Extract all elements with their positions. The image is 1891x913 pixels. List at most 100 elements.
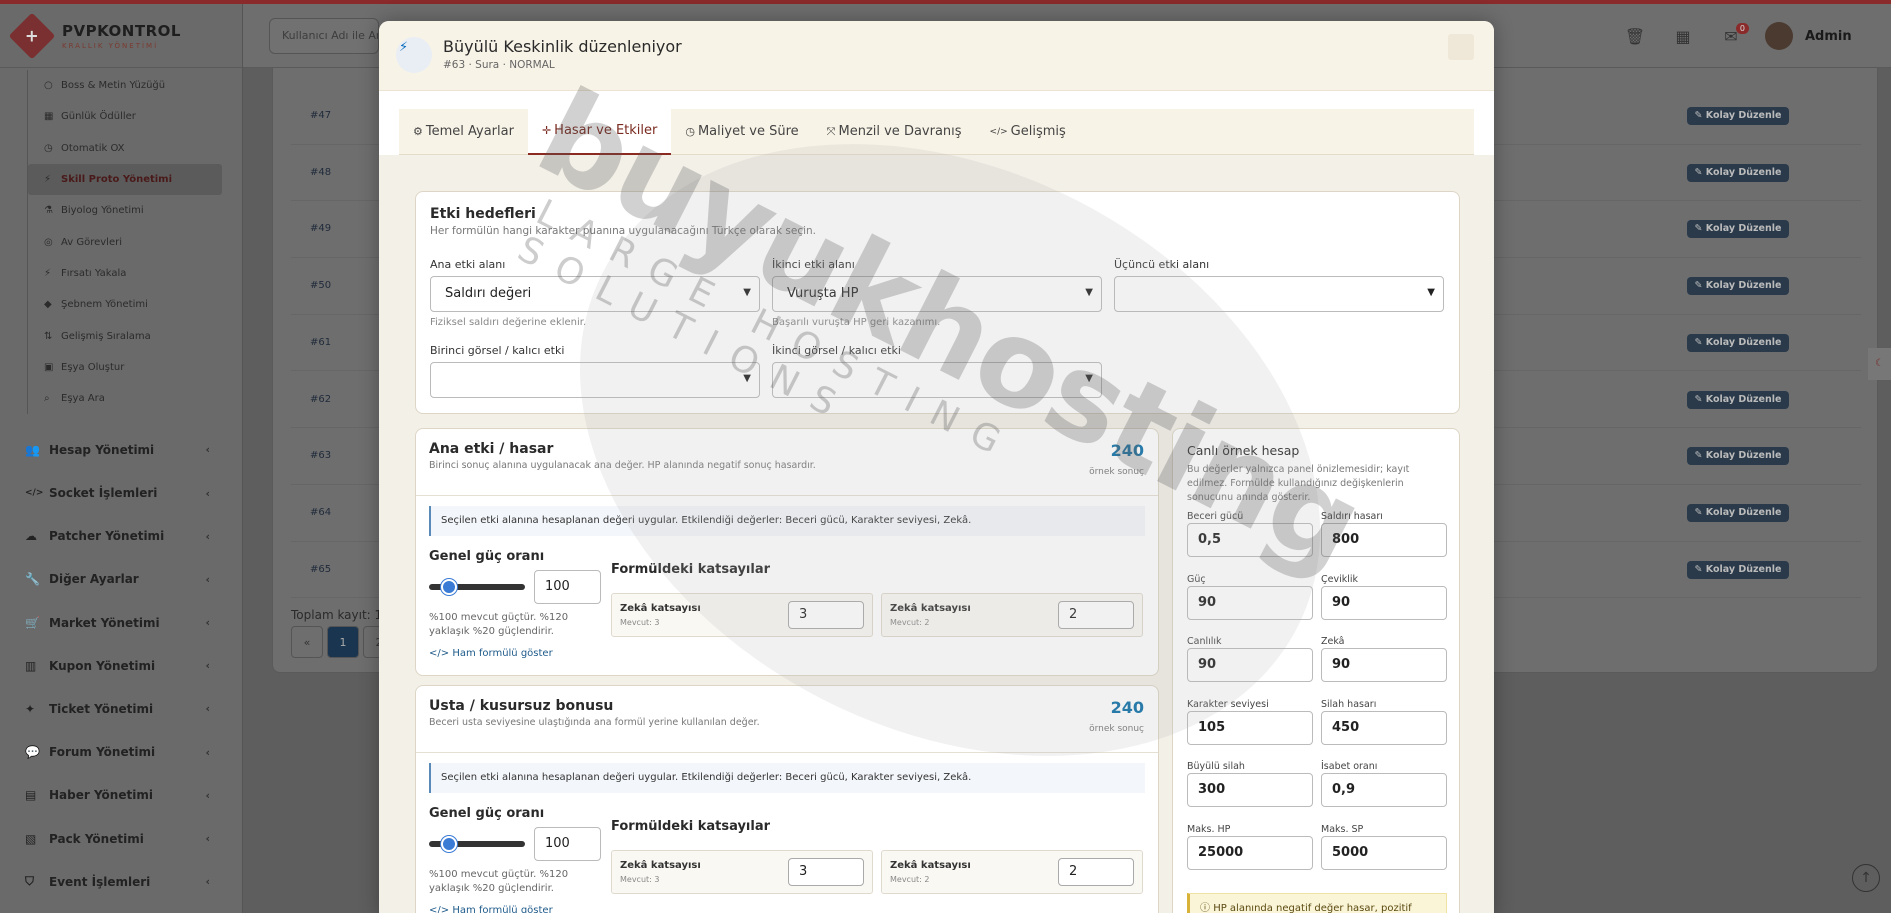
easy-edit-button[interactable]: ✎ Kolay Düzenle [1687,390,1789,409]
sidebar-item-4[interactable]: 🛒 Market Yönetimi ‹ [0,601,242,644]
live-field-input[interactable]: 90 [1187,585,1313,620]
bolt-icon: ⚡ [44,174,52,186]
visual1-select[interactable]: ▼ [430,362,760,398]
language-flag-icon[interactable]: ☾ [1868,348,1891,380]
easy-edit-button[interactable]: ✎ Kolay Düzenle [1687,447,1789,466]
sidebar-subitem-9[interactable]: ▣ Eşya Oluştur [28,352,242,383]
live-field-input[interactable]: 300 [1187,773,1313,807]
sidebar-item-6[interactable]: ✦ Ticket Yönetimi ‹ [0,687,242,730]
calendar-icon[interactable]: ▦ [1659,27,1707,46]
sidebar-item-9[interactable]: ▧ Pack Yönetimi ‹ [0,817,242,860]
easy-edit-button[interactable]: ✎ Kolay Düzenle [1687,503,1789,522]
live-field-input[interactable]: 800 [1321,523,1447,557]
sidebar-item-0[interactable]: 👥 Hesap Yönetimi ‹ [0,428,242,471]
tab-4[interactable]: </> Gelişmiş [976,109,1080,155]
visual2-select[interactable]: ▼ [772,362,1102,398]
master_bonus-power-slider[interactable] [429,836,525,852]
close-button[interactable] [1448,34,1474,60]
coef-input[interactable]: 3 [788,601,864,629]
easy-edit-button[interactable]: ✎ Kolay Düzenle [1687,220,1789,239]
tab-3[interactable]: ⤧ Menzil ve Davranış [813,109,976,155]
main_effect-raw-formula-link[interactable]: </> Ham formülü göster [429,648,553,659]
live-title: Canlı örnek hesap [1187,443,1300,458]
page-button[interactable]: 1 [327,626,359,658]
barcode-icon: ▥ [25,658,37,673]
sidebar-subitem-6[interactable]: ⚡ Fırsatı Yakala [28,258,242,289]
header-search-input[interactable]: Kullanıcı Adı ile Ara [269,18,379,54]
main_effect-power-input[interactable]: 100 [534,570,601,604]
third-target-select[interactable]: ▼ [1114,276,1444,312]
sidebar-item-label: Hesap Yönetimi [49,442,155,457]
comments-icon: 💬 [25,745,40,760]
live-field-input[interactable]: 90 [1321,648,1447,682]
live-field-input[interactable]: 5000 [1321,835,1447,870]
user-name[interactable]: Admin [1805,29,1852,44]
sidebar-item-7[interactable]: 💬 Forum Yönetimi ‹ [0,731,242,774]
trash-icon[interactable]: 🗑 [1611,27,1659,46]
coefficient-box: Zekâ katsayısı Mevcut: 2 2 [881,850,1143,894]
live-field-input[interactable]: 90 [1321,585,1447,620]
sidebar-subitem-10[interactable]: ⌕ Eşya Ara [28,383,242,414]
sidebar-subitem-0[interactable]: ○ Boss & Metin Yüzüğü [28,70,242,101]
live-field-input[interactable]: 450 [1321,710,1447,745]
coef-input[interactable]: 2 [1058,601,1134,629]
tab-2[interactable]: ◷ Maliyet ve Süre [671,109,812,155]
scroll-top-icon[interactable]: ↑ [1852,864,1880,892]
sidebar-item-1[interactable]: </> Socket İşlemleri ‹ [0,471,242,514]
easy-edit-button[interactable]: ✎ Kolay Düzenle [1687,560,1789,579]
main-target-hint: Fiziksel saldırı değerine eklenir. [430,317,587,328]
brand-subtitle: KRALLIK YÖNETİMİ [62,41,159,50]
live-field-input[interactable]: 90 [1187,648,1313,682]
main-target-select[interactable]: Saldırı değeri ▼ [430,276,760,312]
tab-0[interactable]: ⚙ Temel Ayarlar [399,109,528,155]
live-calc-card: Canlı örnek hesap Bu değerler yalnızca p… [1172,428,1460,913]
master_bonus-power-input[interactable]: 100 [534,827,601,861]
row-id: #48 [310,166,332,178]
slider-handle[interactable] [441,836,457,852]
coef-current: Mevcut: 3 [620,618,660,627]
sidebar-subitem-1[interactable]: ▦ Günlük Ödüller [28,101,242,132]
main_effect-power-slider[interactable] [429,579,525,595]
main_effect-coef-title: Formüldeki katsayılar [611,562,771,577]
sidebar-subitem-3[interactable]: ⚡ Skill Proto Yönetimi [28,163,222,196]
sidebar-subitem-4[interactable]: ⚗ Biyolog Yönetimi [28,195,242,226]
hp-warning: ⓘ HP alanında negatif değer hasar, pozit… [1187,893,1447,913]
sidebar-subitem-2[interactable]: ◷ Otomatik OX [28,133,242,164]
sidebar-item-3[interactable]: 🔧 Diğer Ayarlar ‹ [0,558,242,601]
easy-edit-button[interactable]: ✎ Kolay Düzenle [1687,163,1789,182]
sidebar-subitem-8[interactable]: ⇅ Gelişmiş Sıralama [28,320,242,351]
sidebar-subitem-7[interactable]: ◆ Şebnem Yönetimi [28,289,242,320]
master_bonus-raw-formula-link[interactable]: </> Ham formülü göster [429,905,553,913]
sidebar-item-label: Haber Yönetimi [49,788,153,803]
easy-edit-button[interactable]: ✎ Kolay Düzenle [1687,333,1789,352]
second-target-select[interactable]: Vuruşta HP ▼ [772,276,1102,312]
avatar[interactable] [1765,22,1793,50]
easy-edit-button[interactable]: ✎ Kolay Düzenle [1687,107,1789,125]
mail-icon[interactable]: ✉ 0 [1707,22,1755,46]
tab-1[interactable]: ✛ Hasar ve Etkiler [527,109,672,155]
sidebar-subitem-5[interactable]: ◎ Av Görevleri [28,226,242,257]
chevron-left-icon: ‹ [205,788,210,802]
sidebar-item-10[interactable]: ⛉ Event İşlemleri ‹ [0,860,242,903]
third-target-label: Üçüncü etki alanı [1114,258,1210,271]
sidebar-item-2[interactable]: ☁ Patcher Yönetimi ‹ [0,515,242,558]
slider-handle[interactable] [441,579,457,595]
brand-logo[interactable]: + PVPKONTROL KRALLIK YÖNETİMİ [0,4,242,68]
coef-input[interactable]: 3 [788,858,864,886]
code-icon: </> [989,127,1008,137]
coef-input[interactable]: 2 [1058,858,1134,886]
easy-edit-button[interactable]: ✎ Kolay Düzenle [1687,277,1789,296]
live-field-label: Beceri gücü [1187,511,1244,522]
second-target-label: İkinci etki alanı [772,258,855,271]
main_effect-result: 240 [1110,441,1144,460]
live-field-input[interactable]: 105 [1187,710,1313,745]
sidebar-item-8[interactable]: ▤ Haber Yönetimi ‹ [0,774,242,817]
page-button[interactable]: « [291,626,323,658]
live-field-input[interactable]: 25000 [1187,835,1313,870]
logo-mark-icon: + [8,12,56,59]
sidebar-subitem-label: Şebnem Yönetimi [61,299,148,311]
live-field-input[interactable]: 0,5 [1187,523,1313,557]
live-field-input[interactable]: 0,9 [1321,773,1447,807]
row-id: #47 [310,110,332,121]
sidebar-item-5[interactable]: ▥ Kupon Yönetimi ‹ [0,644,242,687]
